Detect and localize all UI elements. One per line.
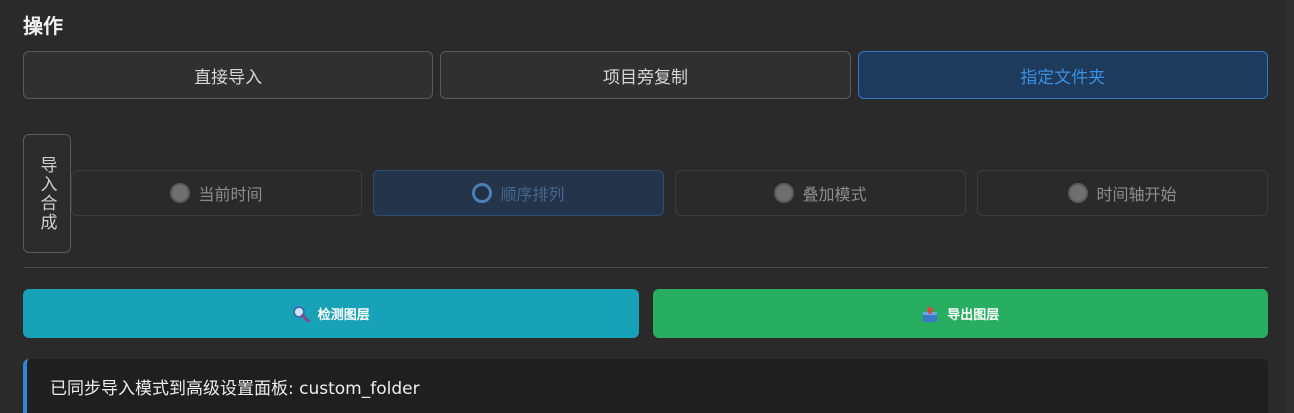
mode-direct-import-button[interactable]: 直接导入 — [23, 51, 434, 99]
section-title: 操作 — [23, 14, 63, 38]
import-composition-label: 导入合成 — [23, 134, 71, 253]
status-message-text: 已同步导入模式到高级设置面板: custom_folder — [50, 378, 420, 399]
radio-circle-icon — [1068, 183, 1089, 203]
radio-label: 叠加模式 — [802, 185, 867, 204]
composition-radio-group: 当前时间 顺序排列 叠加模式 时间轴开始 — [71, 170, 1268, 216]
radio-label: 时间轴开始 — [1096, 185, 1177, 204]
scrollbar[interactable] — [1286, 0, 1294, 413]
radio-circle-icon — [774, 183, 795, 203]
magnifier-icon — [292, 305, 310, 322]
radio-label: 当前时间 — [198, 185, 263, 204]
radio-current-time[interactable]: 当前时间 — [71, 170, 362, 216]
radio-sequential[interactable]: 顺序排列 — [373, 170, 664, 216]
radio-label: 顺序排列 — [500, 185, 565, 204]
divider — [23, 267, 1268, 268]
detect-layers-button[interactable]: 检测图层 — [23, 289, 639, 338]
radio-timeline-start[interactable]: 时间轴开始 — [977, 170, 1268, 216]
radio-circle-icon — [170, 183, 191, 203]
radio-circle-selected-icon — [472, 183, 493, 203]
detect-layers-label: 检测图层 — [317, 308, 370, 323]
radio-overlay-mode[interactable]: 叠加模式 — [675, 170, 966, 216]
import-composition-label-text: 导入合成 — [36, 155, 57, 232]
operations-panel: 操作 直接导入 项目旁复制 指定文件夹 导入合成 当前时间 顺序排列 叠加模式 … — [0, 0, 1294, 413]
status-message: 已同步导入模式到高级设置面板: custom_folder — [23, 359, 1268, 413]
action-buttons: 检测图层 导出图层 — [23, 289, 1268, 338]
mode-custom-folder-button[interactable]: 指定文件夹 — [857, 51, 1268, 99]
mode-copy-beside-project-button[interactable]: 项目旁复制 — [440, 51, 851, 99]
export-layers-button[interactable]: 导出图层 — [652, 289, 1268, 338]
export-layers-label: 导出图层 — [947, 308, 1000, 323]
export-box-icon — [923, 305, 938, 322]
import-mode-group: 直接导入 项目旁复制 指定文件夹 — [23, 51, 1268, 99]
